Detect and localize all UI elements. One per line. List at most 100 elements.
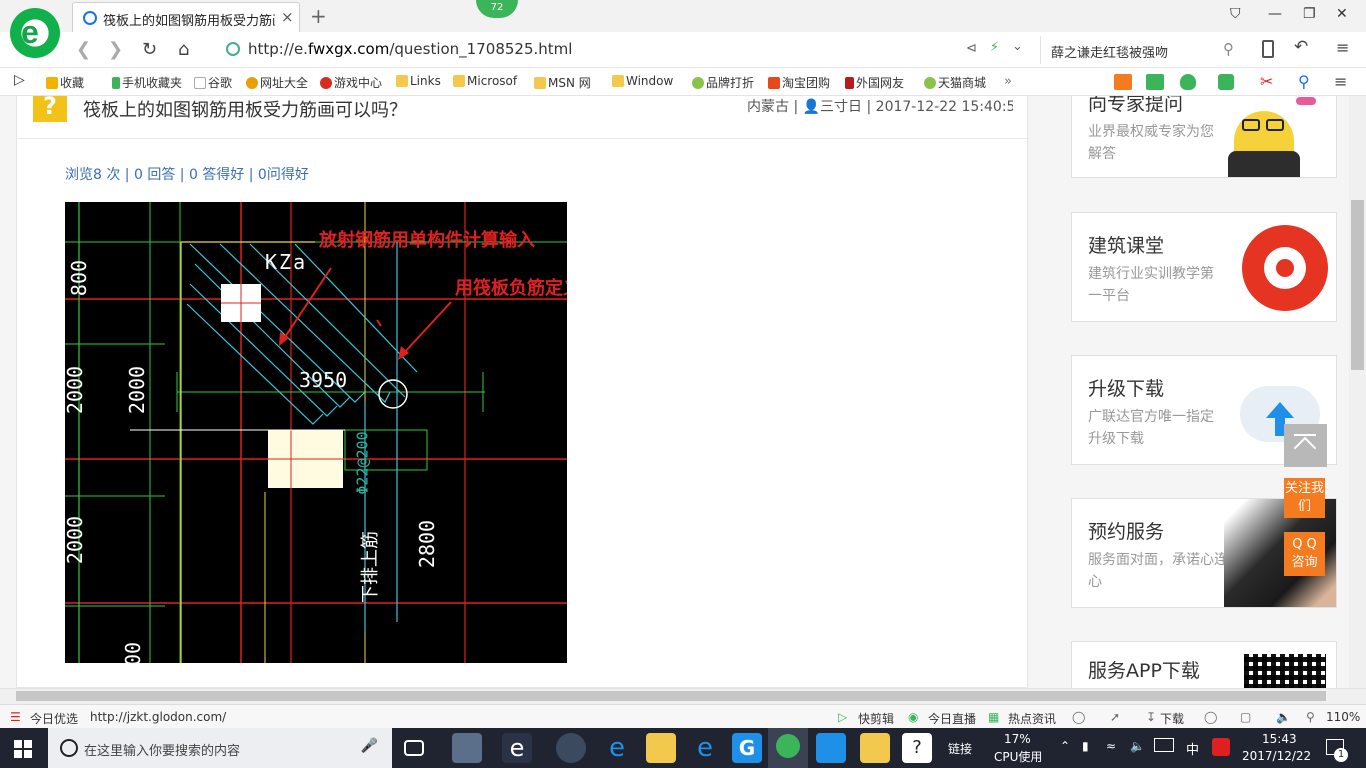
windows-start-icon[interactable] [14, 740, 32, 758]
file-explorer-icon[interactable] [646, 733, 676, 763]
search-box[interactable]: 薛之谦走红毯被强吻 ⚲ [1040, 36, 1242, 64]
close-window-button[interactable]: ✕ [1336, 6, 1348, 22]
card-app-download[interactable]: 服务APP下载 [1071, 641, 1337, 688]
new-tab-button[interactable]: + [310, 4, 327, 28]
refresh-icon[interactable]: ↻ [142, 39, 157, 60]
fan-app-icon[interactable] [452, 733, 482, 763]
more-bookmarks-icon[interactable]: » [1004, 74, 1012, 89]
cad-dimension-00: 00 [121, 641, 146, 663]
bookmark-folder[interactable]: Window [612, 74, 673, 88]
shield-icon[interactable] [1180, 74, 1196, 90]
bookmarks-bar: ▷ 收藏 手机收藏夹 谷歌 网址大全 游戏中心 Links Microsof M… [0, 68, 1366, 96]
address-bar[interactable]: http://e.fwxgx.com/question_1708525.html [220, 36, 1030, 64]
live-label[interactable]: 今日直播 [928, 710, 976, 727]
window-icon[interactable]: ▢ [1240, 710, 1251, 724]
url-prefix: http://e. [248, 40, 308, 58]
help-app-icon[interactable]: ? [902, 733, 932, 763]
back-arrow-icon[interactable]: ❮ [76, 39, 91, 60]
card-building-class[interactable]: 建筑课堂 建筑行业实训教学第一平台 [1071, 212, 1337, 322]
chat-app-icon[interactable] [556, 733, 586, 763]
edge-legacy-icon[interactable]: e [502, 733, 532, 763]
ime-indicator[interactable]: 中 [1186, 739, 1199, 758]
discount-icon[interactable] [1114, 74, 1132, 90]
bookmark-item[interactable]: 外国网友 [845, 74, 904, 91]
menu-icon[interactable]: ≡ [1336, 38, 1349, 57]
links-toolbar-label[interactable]: 链接 [948, 740, 972, 757]
bookmark-item[interactable]: 游戏中心 [320, 74, 382, 91]
magnifier-icon[interactable]: ⚲ [1298, 72, 1310, 91]
volume-icon[interactable]: 🔈 [1130, 739, 1145, 753]
sidebar-toggle-icon[interactable]: ▷ [14, 72, 25, 88]
minimize-button[interactable]: — [1268, 6, 1282, 22]
bookmark-item[interactable]: 品牌打折 [692, 74, 754, 91]
search-icon[interactable]: ⚲ [1223, 40, 1234, 58]
vertical-scroll-thumb[interactable] [1351, 200, 1364, 370]
horizontal-scroll-thumb[interactable] [16, 691, 1326, 701]
tray-expand-icon[interactable]: ⌃ [1060, 739, 1070, 753]
internet-explorer-icon[interactable]: e [690, 733, 720, 763]
glodon-app-icon[interactable]: G [732, 733, 762, 763]
ie-mode-icon[interactable]: ◯ [1204, 710, 1217, 724]
today-picks-label[interactable]: 今日优选 [30, 710, 78, 727]
search-input[interactable]: 薛之谦走红毯被强吻 [1051, 42, 1168, 61]
wifi-icon[interactable]: ≈ [1106, 739, 1116, 753]
zoom-level[interactable]: 110% [1326, 710, 1360, 724]
clock-date[interactable]: 2017/12/22 [1242, 749, 1311, 763]
task-view-icon[interactable] [404, 740, 424, 756]
card-ask-expert[interactable]: 向专家提问 业界最权威专家为您解答 [1071, 96, 1337, 178]
edge-icon[interactable]: e [602, 733, 632, 763]
skin-icon[interactable]: ⛉ [1230, 6, 1241, 22]
tab-close-button[interactable]: × [281, 8, 294, 26]
taskbar-search[interactable]: 在这里输入你要搜索的内容 🎤 [48, 728, 392, 768]
sogou-ime-icon[interactable] [1212, 738, 1230, 756]
download-label[interactable]: 下载 [1160, 710, 1184, 727]
chevron-down-icon[interactable]: ⌄ [1012, 39, 1023, 54]
question-mark-icon: ? [33, 96, 67, 122]
star-icon [46, 77, 58, 89]
active-browser-tab-icon[interactable] [768, 728, 808, 768]
home-icon[interactable]: ⌂ [178, 39, 189, 60]
vertical-scrollbar[interactable] [1349, 96, 1366, 688]
question-stats[interactable]: 浏览8 次 | 0 回答 | 0 答得好 | 0问得好 [65, 164, 309, 184]
lightning-icon[interactable]: ⚡ [990, 40, 999, 55]
leaf-icon [924, 77, 936, 89]
accelerate-icon[interactable]: ◯ [1072, 710, 1085, 724]
addon-icon[interactable] [1218, 74, 1234, 90]
battery-icon[interactable]: ▮ [1082, 739, 1089, 753]
back-to-top-button[interactable] [1284, 424, 1327, 467]
mobile-icon[interactable] [1262, 40, 1274, 58]
cad-drawing-image[interactable]: 放射钢筋用单构件计算输入 用筏板负筋定义,直线绘制。 KZa 3950 2000… [65, 202, 567, 663]
bookmark-folder[interactable]: Microsof [453, 74, 517, 88]
browser-tab[interactable]: 筏板上的如图钢筋用板受力筋画可以吗？ × [72, 2, 300, 32]
bookmark-folder[interactable]: MSN 网 [534, 74, 591, 91]
browser-logo-icon[interactable]: e [10, 8, 60, 58]
microphone-icon[interactable]: 🎤 [361, 738, 378, 754]
pin-icon[interactable]: ➚ [1110, 710, 1120, 724]
card-title: 建筑课堂 [1088, 235, 1165, 257]
undo-icon[interactable]: ↶ [1294, 37, 1308, 57]
taskbar-search-input[interactable]: 在这里输入你要搜索的内容 [84, 740, 240, 759]
qq-consult-button[interactable]: Q Q 咨询 [1284, 532, 1325, 576]
bookmark-item[interactable]: 淘宝团购 [768, 74, 830, 91]
forward-arrow-icon[interactable]: ❯ [108, 39, 123, 60]
bookmark-folder[interactable]: Links [396, 74, 441, 88]
maximize-button[interactable]: ❐ [1303, 6, 1316, 22]
news-label[interactable]: 热点资讯 [1008, 710, 1056, 727]
follow-us-button[interactable]: 关注我们 [1284, 478, 1325, 518]
quick-clip-label[interactable]: 快剪辑 [858, 710, 894, 727]
share-icon[interactable]: ⊲ [966, 41, 977, 56]
bookmark-item[interactable]: 手机收藏夹 [112, 74, 182, 91]
keyboard-icon[interactable] [1154, 738, 1174, 752]
book-icon[interactable] [1146, 74, 1164, 90]
url-text[interactable]: http://e.fwxgx.com/question_1708525.html [248, 40, 572, 58]
sound-icon[interactable]: 🔈 [1276, 710, 1291, 724]
scissors-icon[interactable]: ✂ [1260, 72, 1273, 91]
bookmark-item[interactable]: 天猫商城 [924, 74, 986, 91]
clock-time[interactable]: 15:43 [1262, 732, 1297, 746]
bookmark-item[interactable]: 谷歌 [194, 74, 232, 91]
bookmark-item[interactable]: 收藏 [46, 74, 84, 91]
bookmark-item[interactable]: 网址大全 [246, 74, 308, 91]
remote-app-icon[interactable] [816, 733, 846, 763]
notes-app-icon[interactable] [860, 733, 890, 763]
more-icon[interactable]: ≡ [1334, 72, 1347, 91]
